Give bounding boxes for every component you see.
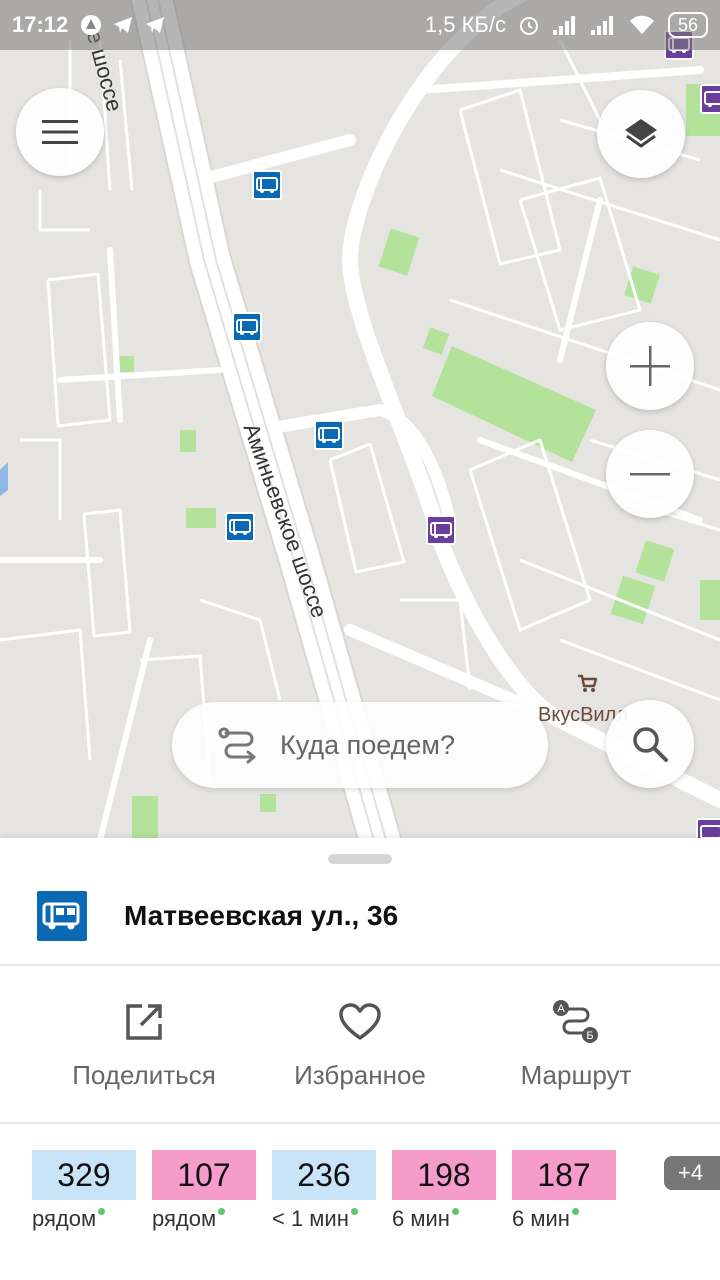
svg-text:Б: Б xyxy=(586,1030,593,1042)
wifi-icon xyxy=(629,15,654,34)
layers-icon xyxy=(625,119,657,148)
sheet-drag-handle[interactable] xyxy=(328,854,392,864)
share-label: Поделиться xyxy=(72,1060,216,1090)
where-to-placeholder: Куда поедем? xyxy=(280,729,456,760)
heart-icon xyxy=(339,1003,381,1040)
svg-text:A: A xyxy=(557,1003,565,1015)
route-button[interactable]: AБ Маршрут xyxy=(466,964,686,1122)
realtime-dot xyxy=(451,1208,459,1215)
telegram-icon xyxy=(146,17,165,33)
app-icon xyxy=(81,15,102,35)
telegram-icon xyxy=(114,17,133,33)
menu-button[interactable] xyxy=(16,88,104,176)
signal-icon xyxy=(590,16,613,35)
route-icon xyxy=(218,727,256,764)
route-ab-icon: AБ xyxy=(553,1000,598,1043)
favorite-label: Избранное xyxy=(294,1060,426,1090)
bus-stop-icon[interactable] xyxy=(252,170,282,200)
shop-icon[interactable] xyxy=(576,672,598,694)
route-arrival: рядом xyxy=(152,1206,217,1231)
status-time: 17:12 xyxy=(12,12,69,37)
route-chip[interactable]: 198 6 мин xyxy=(392,1150,496,1232)
share-icon xyxy=(126,1004,162,1040)
status-bar: 17:12 1,5 КБ/с 56 xyxy=(0,0,720,50)
route-label: Маршрут xyxy=(520,1060,632,1090)
bus-stop-icon[interactable] xyxy=(225,512,255,542)
zoom-out-button[interactable] xyxy=(606,430,694,518)
network-speed: 1,5 КБ/с xyxy=(424,12,506,37)
layers-button[interactable] xyxy=(597,90,685,178)
search-icon xyxy=(633,727,668,762)
route-chip[interactable]: 187 6 мин xyxy=(512,1150,616,1232)
map[interactable]: е шоссе Аминьевское шоссе ВкусВилл Куда … xyxy=(0,0,720,840)
share-button[interactable]: Поделиться xyxy=(34,964,254,1122)
menu-icon xyxy=(42,120,78,144)
bus-stop-icon[interactable] xyxy=(314,420,344,450)
route-chip[interactable]: 236 < 1 мин xyxy=(272,1150,376,1232)
actions-row: Поделиться Избранное AБ Маршрут xyxy=(0,964,720,1122)
realtime-dot xyxy=(571,1208,579,1215)
route-chip[interactable]: 329 рядом xyxy=(32,1150,136,1232)
route-arrival: < 1 мин xyxy=(272,1206,349,1231)
realtime-dot xyxy=(218,1208,226,1215)
route-arrival: 6 мин xyxy=(392,1206,450,1231)
trolleybus-stop-icon[interactable] xyxy=(696,818,720,840)
route-arrival: 6 мин xyxy=(512,1206,570,1231)
stop-info-sheet[interactable]: Матвеевская ул., 36 Поделиться Избранное… xyxy=(0,838,720,1280)
trolleybus-stop-icon[interactable] xyxy=(426,515,456,545)
screen: е шоссе Аминьевское шоссе ВкусВилл Куда … xyxy=(0,0,720,1280)
route-number: 187 xyxy=(512,1150,616,1200)
stop-name: Матвеевская ул., 36 xyxy=(124,900,399,931)
routes-list: 329 рядом 107 рядом 236 < 1 мин 198 6 ми… xyxy=(0,1150,720,1250)
route-number: 236 xyxy=(272,1150,376,1200)
plus-icon xyxy=(630,346,670,386)
route-number: 107 xyxy=(152,1150,256,1200)
trolleybus-stop-icon[interactable] xyxy=(700,84,720,114)
divider xyxy=(0,1122,720,1124)
route-arrival: рядом xyxy=(32,1206,97,1231)
bus-stop-icon[interactable] xyxy=(232,312,262,342)
search-button[interactable] xyxy=(606,700,694,788)
more-routes-badge[interactable]: +4 xyxy=(664,1156,720,1190)
route-number: 198 xyxy=(392,1150,496,1200)
signal-icon xyxy=(552,16,575,35)
route-number: 329 xyxy=(32,1150,136,1200)
realtime-dot xyxy=(350,1208,358,1215)
realtime-dot xyxy=(98,1208,106,1215)
stop-header: Матвеевская ул., 36 xyxy=(0,868,720,964)
route-chip[interactable]: 107 рядом xyxy=(152,1150,256,1232)
minus-icon xyxy=(630,473,670,476)
alarm-icon xyxy=(519,17,538,35)
where-to-input[interactable]: Куда поедем? xyxy=(172,702,548,788)
favorite-button[interactable]: Избранное xyxy=(250,964,470,1122)
battery-level: 56 xyxy=(667,12,708,38)
zoom-in-button[interactable] xyxy=(606,322,694,410)
bus-stop-icon xyxy=(37,891,87,941)
